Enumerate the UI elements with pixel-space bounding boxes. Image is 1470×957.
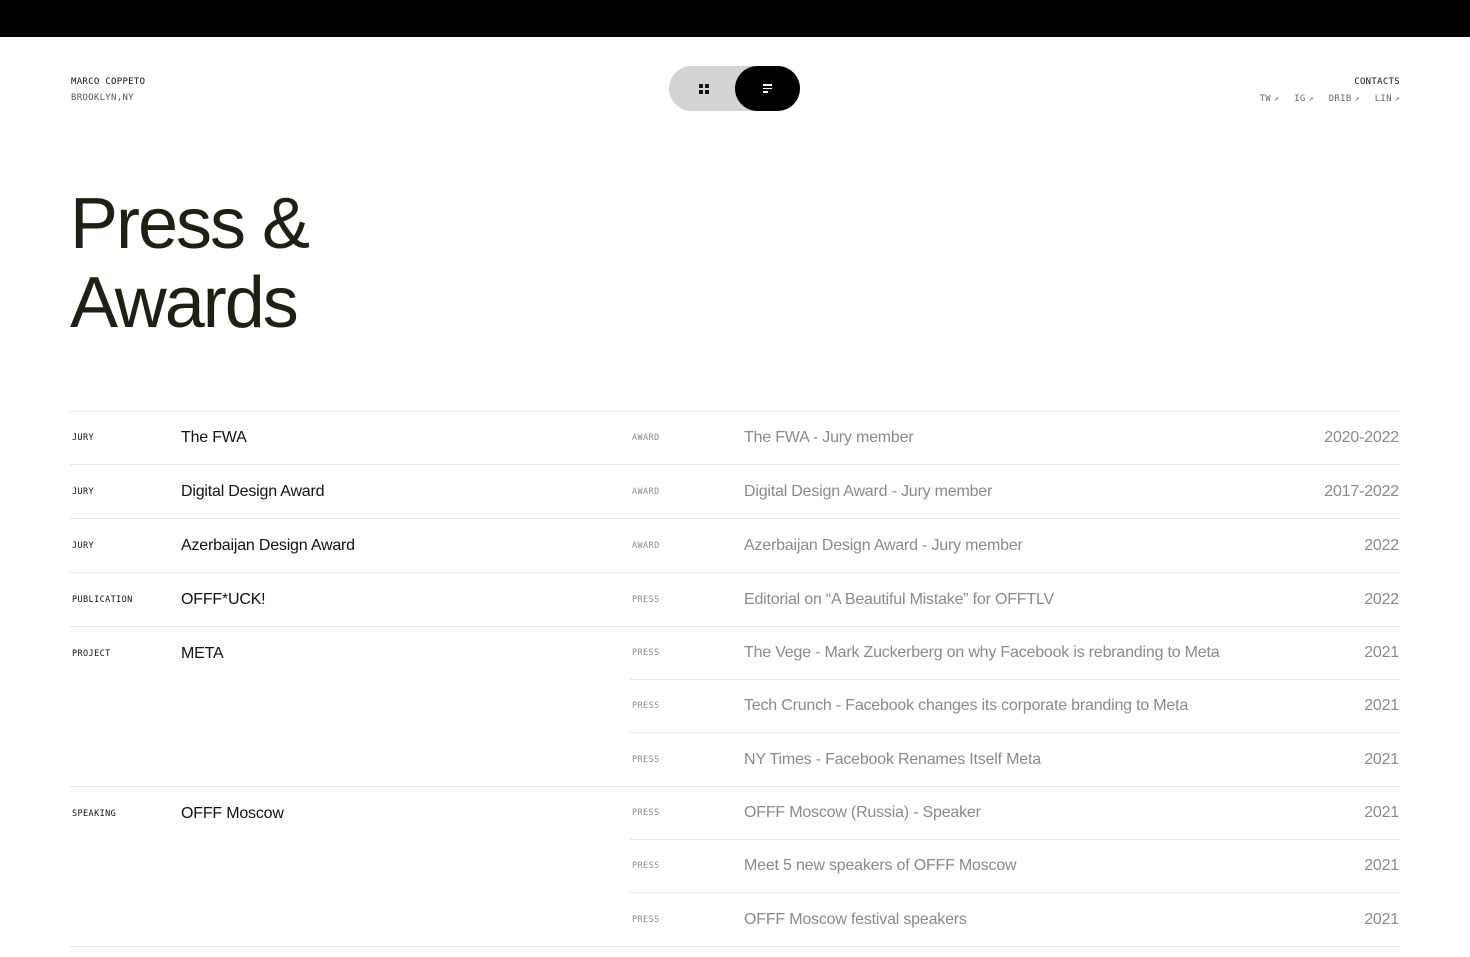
entry-type: PRESS [632, 701, 660, 711]
group-project: OFFF*UCK! [181, 590, 266, 608]
entry-type: PRESS [632, 861, 660, 871]
entry-type: AWARD [632, 432, 660, 443]
entry-year: 2020-2022 [1324, 428, 1399, 446]
social-link-lin[interactable]: LIN ↗ [1375, 93, 1400, 105]
table-group: JURY The FWA AWARD The FWA - Jury member 202… [70, 411, 1400, 465]
entry-title[interactable]: Digital Design Award - Jury member [744, 483, 1324, 501]
arrow-up-right-icon: ↗ [1394, 94, 1400, 103]
entry-year: 2022 [1364, 590, 1399, 608]
group-entries: AWARD Azerbaijan Design Award - Jury memb… [630, 519, 1400, 572]
entry-type: PRESS [632, 808, 660, 818]
table-row[interactable]: AWARD Azerbaijan Design Award - Jury memb… [630, 519, 1400, 572]
social-link-drib[interactable]: DRIB ↗ [1329, 93, 1360, 105]
entry-year: 2021 [1364, 910, 1399, 928]
table-row[interactable]: PRESS NY Times - Facebook Renames Itself … [630, 733, 1400, 786]
group-category: PUBLICATION [72, 594, 133, 605]
group-project: Azerbaijan Design Award [181, 536, 355, 554]
entry-title[interactable]: NY Times - Facebook Renames Itself Meta [744, 751, 1364, 769]
entry-title[interactable]: The Vege - Mark Zuckerberg on why Facebo… [744, 644, 1364, 662]
entry-type: PRESS [632, 594, 660, 605]
entry-year: 2017-2022 [1324, 482, 1399, 500]
group-category: SPEAKING [72, 808, 117, 819]
table-row[interactable]: PRESS OFFF Moscow (Russia) - Speaker 2021 [630, 787, 1400, 840]
contacts: CONTACTS TW ↗ IG ↗ DRIB ↗ LIN ↗ [1260, 76, 1400, 105]
entry-title[interactable]: The FWA - Jury member [744, 429, 1324, 447]
site-owner-name[interactable]: MARCO COPPETO [71, 76, 145, 88]
entry-type: PRESS [632, 914, 660, 925]
entry-year: 2021 [1364, 644, 1399, 661]
group-entries: AWARD Digital Design Award - Jury member 2… [630, 465, 1400, 518]
group-entries: AWARD The FWA - Jury member 2020-2022 [630, 411, 1400, 464]
table-group: SPEAKING OFFF Moscow PRESS OFFF Moscow (Rus… [70, 787, 1400, 947]
group-header: JURY Azerbaijan Design Award [70, 519, 355, 572]
group-header: SPEAKING OFFF Moscow [70, 787, 284, 840]
table-group: JURY Azerbaijan Design Award AWARD Azerbaij… [70, 519, 1400, 573]
table-row[interactable]: PRESS The Vege - Mark Zuckerberg on why F… [630, 627, 1400, 680]
group-header: PUBLICATION OFFF*UCK! [70, 573, 266, 626]
group-entries: PRESS Editorial on “A Beautiful Mistake” … [630, 573, 1400, 626]
table-row[interactable]: PRESS Tech Crunch - Facebook changes its … [630, 680, 1400, 733]
group-entries: PRESS The Vege - Mark Zuckerberg on why F… [630, 627, 1400, 786]
social-link-label: DRIB [1328, 94, 1352, 104]
social-link-label: TW [1259, 94, 1272, 104]
arrow-up-right-icon: ↗ [1274, 94, 1280, 103]
site-owner-location: BROOKLYN,NY [71, 93, 134, 103]
table-row[interactable]: AWARD The FWA - Jury member 2020-2022 [630, 411, 1400, 464]
list-icon [763, 84, 772, 93]
entry-type: PRESS [632, 648, 660, 658]
group-header: JURY The FWA [70, 411, 247, 464]
group-category: PROJECT [72, 648, 111, 659]
view-toggle [669, 66, 800, 111]
group-category: JURY [72, 486, 95, 497]
entry-type: AWARD [632, 486, 660, 497]
entry-title[interactable]: Meet 5 new speakers of OFFF Moscow [744, 857, 1364, 875]
arrow-up-right-icon: ↗ [1354, 94, 1360, 103]
grid-icon [698, 83, 709, 94]
group-category: JURY [72, 540, 95, 551]
group-project: META [181, 644, 224, 662]
entry-year: 2021 [1364, 804, 1399, 821]
social-link-ig[interactable]: IG ↗ [1294, 93, 1314, 105]
entry-type: AWARD [632, 540, 660, 551]
group-project: The FWA [181, 428, 247, 446]
entry-year: 2021 [1364, 857, 1399, 874]
contacts-title[interactable]: CONTACTS [1260, 76, 1400, 88]
table-group: PUBLICATION OFFF*UCK! PRESS Editorial on “A… [70, 573, 1400, 627]
social-link-tw[interactable]: TW ↗ [1260, 93, 1280, 105]
entry-title[interactable]: Editorial on “A Beautiful Mistake” for O… [744, 591, 1364, 609]
group-header: JURY Digital Design Award [70, 465, 325, 518]
entry-year: 2021 [1364, 697, 1399, 714]
entry-title[interactable]: OFFF Moscow festival speakers [744, 911, 1364, 929]
entry-title[interactable]: Tech Crunch - Facebook changes its corpo… [744, 697, 1364, 715]
arrow-up-right-icon: ↗ [1308, 94, 1314, 103]
page-title-line-1: Press & [70, 184, 310, 264]
table-group: JURY Digital Design Award AWARD Digital Des… [70, 465, 1400, 519]
social-link-label: LIN [1374, 94, 1392, 104]
social-links: TW ↗ IG ↗ DRIB ↗ LIN ↗ [1260, 93, 1400, 105]
social-link-label: IG [1294, 94, 1306, 104]
entry-year: 2021 [1364, 750, 1399, 768]
entry-year: 2022 [1364, 536, 1399, 554]
top-bar [0, 0, 1470, 37]
brand: MARCO COPPETO BROOKLYN,NY [71, 76, 145, 104]
list-view-button[interactable] [735, 66, 800, 111]
entry-type: PRESS [632, 754, 660, 765]
page-title: Press & Awards [70, 184, 310, 343]
table-row[interactable]: PRESS OFFF Moscow festival speakers 2021 [630, 893, 1400, 946]
page-title-line-2: Awards [70, 263, 299, 343]
group-entries: PRESS OFFF Moscow (Russia) - Speaker 2021 P… [630, 787, 1400, 946]
entry-title[interactable]: Azerbaijan Design Award - Jury member [744, 537, 1364, 555]
grid-view-button[interactable] [671, 66, 736, 111]
group-project: OFFF Moscow [181, 804, 284, 822]
table-row[interactable]: PRESS Meet 5 new speakers of OFFF Moscow 2… [630, 840, 1400, 893]
group-header: PROJECT META [70, 627, 224, 680]
table-row[interactable]: PRESS Editorial on “A Beautiful Mistake” … [630, 573, 1400, 626]
press-awards-table: JURY The FWA AWARD The FWA - Jury member 202… [70, 411, 1400, 947]
entry-title[interactable]: OFFF Moscow (Russia) - Speaker [744, 804, 1364, 822]
group-category: JURY [72, 432, 95, 443]
table-row[interactable]: AWARD Digital Design Award - Jury member 2… [630, 465, 1400, 518]
group-project: Digital Design Award [181, 482, 325, 500]
table-group: PROJECT META PRESS The Vege - Mark Zuckerbe… [70, 627, 1400, 787]
